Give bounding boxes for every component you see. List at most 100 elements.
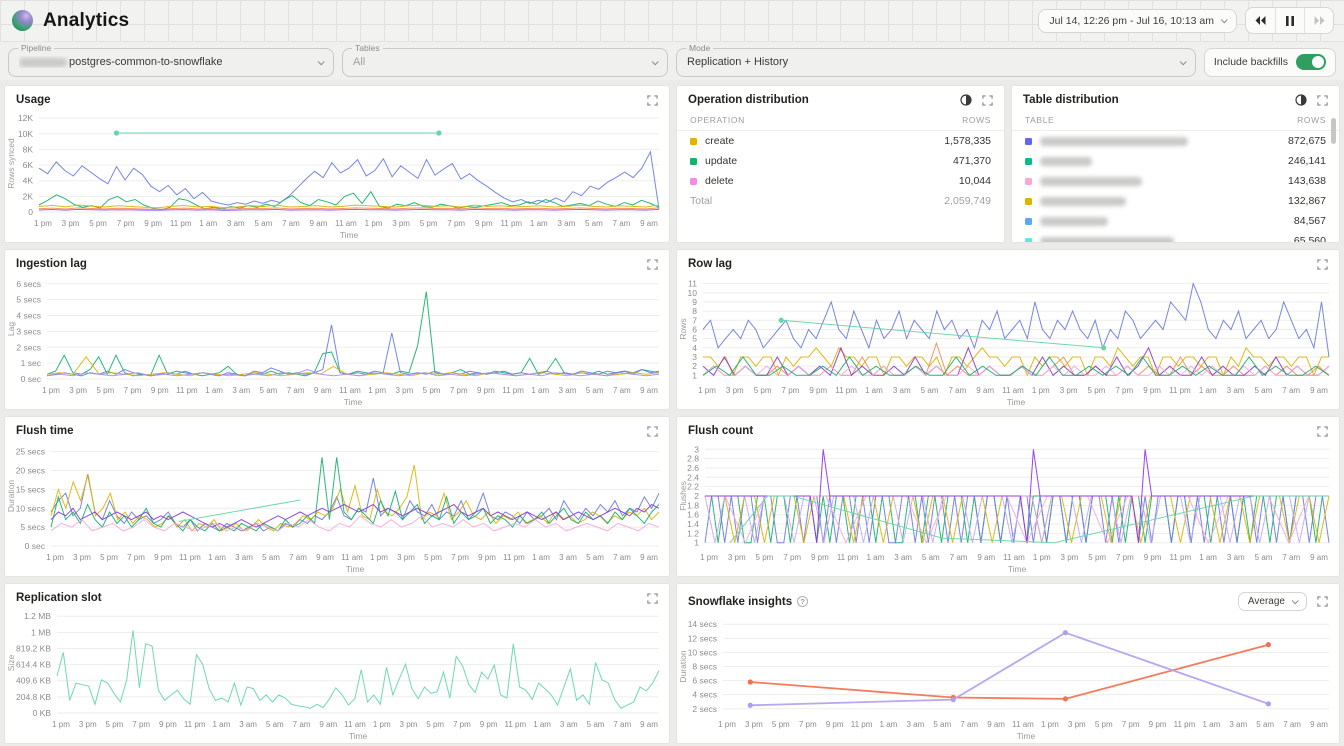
help-icon[interactable]: ? [797, 596, 808, 607]
svg-text:3 pm: 3 pm [400, 720, 418, 729]
include-backfills-toggle[interactable] [1296, 54, 1326, 70]
row-lag-card: Row lag 12345678910111 pm3 pm5 pm7 pm9 p… [676, 249, 1340, 410]
operation-label: delete [705, 175, 734, 187]
expand-button[interactable] [1317, 259, 1328, 270]
svg-text:9 pm: 9 pm [144, 219, 162, 228]
fast-forward-button[interactable] [1304, 8, 1333, 33]
snowflake-insights-card: Snowflake insights ? Average 2 secs4 sec… [676, 583, 1340, 744]
svg-text:1 am: 1 am [1199, 386, 1217, 395]
svg-text:7 pm: 7 pm [799, 720, 817, 729]
svg-text:1 pm: 1 pm [42, 386, 60, 395]
scrollbar-thumb[interactable] [1331, 118, 1336, 144]
rows-value: 246,141 [1288, 155, 1326, 167]
svg-text:10K: 10K [18, 129, 33, 139]
aggregation-select[interactable]: Average [1238, 592, 1307, 611]
expand-button[interactable] [1317, 426, 1328, 437]
svg-text:11 pm: 11 pm [837, 553, 859, 562]
table-row[interactable]: 246,141 [1012, 151, 1339, 171]
replication-slot-chart: 0 KB204.8 KB409.6 KB614.4 KB819.2 KB1 MB… [5, 606, 669, 744]
svg-text:7 pm: 7 pm [1122, 720, 1140, 729]
svg-text:8: 8 [692, 306, 697, 316]
chart-canvas: 2 secs4 secs6 secs8 secs10 secs12 secs14… [677, 613, 1339, 743]
svg-text:3 am: 3 am [1227, 553, 1245, 562]
svg-text:1 pm: 1 pm [718, 720, 736, 729]
svg-text:9 pm: 9 pm [151, 386, 169, 395]
svg-text:Time: Time [1017, 731, 1036, 741]
table-row[interactable]: 84,567 [1012, 211, 1339, 231]
svg-text:9 pm: 9 pm [826, 720, 844, 729]
svg-text:7 pm: 7 pm [447, 219, 465, 228]
expand-button[interactable] [647, 95, 658, 106]
svg-text:7 am: 7 am [1282, 386, 1300, 395]
svg-text:5 pm: 5 pm [89, 219, 107, 228]
mode-select[interactable]: Mode Replication + History [676, 48, 1196, 77]
chevron-down-icon [652, 58, 659, 65]
rows-value: 10,044 [959, 175, 991, 187]
chart-canvas: 12345678910111 pm3 pm5 pm7 pm9 pm11 pm1 … [677, 272, 1339, 409]
svg-text:1 am: 1 am [865, 386, 883, 395]
legend-swatch [1025, 178, 1032, 185]
svg-text:5 am: 5 am [262, 553, 280, 562]
svg-text:1 pm: 1 pm [52, 720, 70, 729]
svg-text:6K: 6K [23, 160, 34, 170]
pie-chart-toggle-button[interactable] [960, 94, 972, 106]
svg-text:Time: Time [1008, 564, 1027, 574]
tables-value: All [353, 56, 652, 68]
table-row[interactable]: 143,638 [1012, 171, 1339, 191]
svg-text:3 am: 3 am [1227, 386, 1245, 395]
series-flush-green [51, 457, 659, 531]
svg-text:9 pm: 9 pm [477, 386, 495, 395]
pause-button[interactable] [1275, 8, 1304, 33]
table-row[interactable]: update471,370 [677, 151, 1004, 171]
pie-chart-toggle-button[interactable] [1295, 94, 1307, 106]
svg-text:3 pm: 3 pm [1060, 386, 1078, 395]
expand-button[interactable] [1317, 596, 1328, 607]
svg-text:5 pm: 5 pm [754, 386, 772, 395]
svg-text:3 pm: 3 pm [392, 219, 410, 228]
svg-text:7 am: 7 am [289, 553, 307, 562]
svg-text:11 pm: 11 pm [1170, 553, 1192, 562]
expand-button[interactable] [647, 426, 658, 437]
svg-text:5 am: 5 am [585, 219, 603, 228]
svg-text:9 am: 9 am [310, 219, 328, 228]
svg-text:11 am: 11 am [335, 219, 357, 228]
table-row[interactable]: 872,675 [1012, 131, 1339, 151]
svg-text:4K: 4K [23, 176, 34, 186]
svg-text:9 am: 9 am [316, 553, 334, 562]
svg-text:5 pm: 5 pm [426, 720, 444, 729]
chart-canvas: 11.21.41.61.822.22.42.62.831 pm3 pm5 pm7… [677, 439, 1339, 576]
svg-text:9 am: 9 am [640, 720, 658, 729]
svg-text:5 pm: 5 pm [100, 553, 118, 562]
expand-button[interactable] [647, 593, 658, 604]
svg-text:7: 7 [692, 315, 697, 325]
table-row[interactable]: 132,867 [1012, 191, 1339, 211]
svg-text:9 am: 9 am [977, 553, 995, 562]
expand-button[interactable] [1317, 95, 1328, 106]
rewind-button[interactable] [1246, 8, 1275, 33]
total-row: Total2,059,749 [677, 191, 1004, 211]
svg-text:7 pm: 7 pm [453, 720, 471, 729]
svg-text:9 pm: 9 pm [475, 219, 493, 228]
flush-count-card: Flush count 11.21.41.61.822.22.42.62.831… [676, 416, 1340, 577]
svg-text:1 pm: 1 pm [1041, 720, 1059, 729]
svg-text:1 pm: 1 pm [34, 219, 52, 228]
svg-text:9 pm: 9 pm [1143, 386, 1161, 395]
include-backfills-control: Include backfills [1204, 48, 1336, 77]
tables-select[interactable]: Tables All [342, 48, 668, 77]
legend-swatch [1025, 138, 1032, 145]
svg-text:1 am: 1 am [212, 720, 230, 729]
toggle-knob [1312, 56, 1324, 68]
svg-text:3 am: 3 am [235, 553, 253, 562]
expand-button[interactable] [982, 95, 993, 106]
table-row[interactable]: create1,578,335 [677, 131, 1004, 151]
date-range-picker[interactable]: Jul 14, 12:26 pm - Jul 16, 10:13 am [1038, 9, 1237, 33]
expand-button[interactable] [647, 259, 658, 270]
table-row[interactable]: 65,560 [1012, 231, 1339, 242]
svg-text:5 am: 5 am [1255, 553, 1273, 562]
svg-text:3 pm: 3 pm [726, 386, 744, 395]
pipeline-select[interactable]: Pipeline postgres-common-to-snowflake [8, 48, 334, 77]
table-row[interactable]: delete 10,044 [677, 171, 1004, 191]
svg-text:5 am: 5 am [254, 219, 272, 228]
svg-text:1 pm: 1 pm [700, 553, 718, 562]
svg-text:1.8: 1.8 [687, 500, 699, 510]
